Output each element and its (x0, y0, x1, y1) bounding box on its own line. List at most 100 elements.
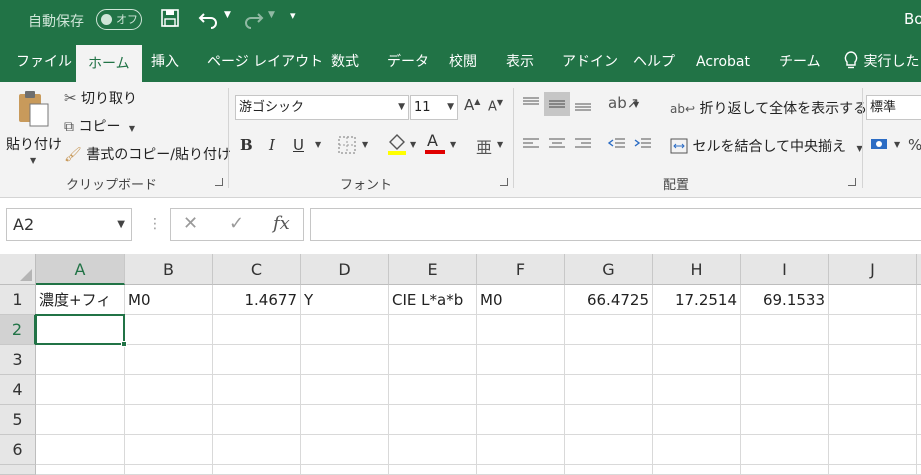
cell-f2[interactable] (477, 315, 565, 345)
cell-j5[interactable] (829, 405, 917, 435)
column-header-i[interactable]: I (741, 254, 829, 285)
cell-i5[interactable] (741, 405, 829, 435)
cell-j6[interactable] (829, 435, 917, 465)
tab-home[interactable]: ホーム (76, 44, 142, 82)
column-header-e[interactable]: E (389, 254, 477, 285)
redo-dropdown-icon[interactable]: ▼ (268, 10, 275, 20)
row-header-6[interactable]: 6 (0, 435, 36, 465)
cell-i2[interactable] (741, 315, 829, 345)
cell-i1[interactable]: 69.1533 (741, 285, 829, 315)
fill-color-icon[interactable] (386, 132, 408, 160)
font-size-select[interactable]: 11 ▼ (410, 95, 458, 120)
cell-e1[interactable]: CIE L*a*b (389, 285, 477, 315)
merge-center-button[interactable]: セルを結合して中央揃え ▼ (670, 136, 863, 156)
row-header-4[interactable]: 4 (0, 375, 36, 405)
cell-d2[interactable] (301, 315, 389, 345)
cell-j1[interactable] (829, 285, 917, 315)
column-header-d[interactable]: D (301, 254, 389, 285)
row-header-3[interactable]: 3 (0, 345, 36, 375)
cell-c1[interactable]: 1.4677 (213, 285, 301, 315)
row-header-7[interactable] (0, 465, 36, 475)
enter-icon[interactable]: ✓ (229, 213, 244, 234)
column-header-f[interactable]: F (477, 254, 565, 285)
font-launcher-icon[interactable] (500, 178, 508, 186)
cell-c7[interactable] (213, 465, 301, 475)
name-box[interactable]: A2 ▼ (6, 208, 132, 241)
tab-file[interactable]: ファイル (16, 42, 72, 82)
cell-j4[interactable] (829, 375, 917, 405)
cell-j3[interactable] (829, 345, 917, 375)
cell-c3[interactable] (213, 345, 301, 375)
cell-a4[interactable] (36, 375, 125, 405)
cell-f4[interactable] (477, 375, 565, 405)
percent-button[interactable]: % (908, 136, 921, 154)
tab-acrobat[interactable]: Acrobat (696, 42, 750, 82)
select-all-button[interactable] (0, 254, 36, 285)
cell-h7[interactable] (653, 465, 741, 475)
cell-b7[interactable] (125, 465, 213, 475)
column-header-a[interactable]: A (36, 254, 125, 285)
increase-indent-icon[interactable] (633, 136, 653, 156)
cell-f7[interactable] (477, 465, 565, 475)
undo-dropdown-icon[interactable]: ▼ (224, 10, 231, 20)
cell-c5[interactable] (213, 405, 301, 435)
cell-f3[interactable] (477, 345, 565, 375)
decrease-indent-icon[interactable] (607, 136, 627, 156)
cell-a1[interactable]: 濃度+フィ (36, 285, 125, 315)
cell-h2[interactable] (653, 315, 741, 345)
cell-d7[interactable] (301, 465, 389, 475)
align-middle-button[interactable] (544, 92, 570, 116)
cell-i3[interactable] (741, 345, 829, 375)
cell-f5[interactable] (477, 405, 565, 435)
font-color-icon[interactable]: A (424, 130, 446, 160)
column-header-c[interactable]: C (213, 254, 301, 285)
cell-h4[interactable] (653, 375, 741, 405)
cell-i7[interactable] (741, 465, 829, 475)
cell-h1[interactable]: 17.2514 (653, 285, 741, 315)
align-left-icon[interactable] (521, 136, 541, 156)
align-right-icon[interactable] (573, 136, 593, 156)
wrap-text-button[interactable]: ab↩ 折り返して全体を表示する (670, 98, 867, 118)
italic-button[interactable]: I (269, 136, 275, 154)
redo-icon[interactable] (242, 9, 264, 33)
cell-c4[interactable] (213, 375, 301, 405)
cell-k2[interactable] (917, 315, 921, 345)
cell-i6[interactable] (741, 435, 829, 465)
tab-review[interactable]: 校閲 (449, 42, 477, 82)
save-icon[interactable] (160, 8, 180, 32)
align-center-icon[interactable] (547, 136, 567, 156)
underline-button[interactable]: U (293, 136, 304, 154)
phonetic-icon[interactable]: 亜 (476, 134, 492, 158)
currency-format-icon[interactable] (870, 136, 892, 158)
cell-b1[interactable]: M0 (125, 285, 213, 315)
tab-formulas[interactable]: 数式 (331, 42, 359, 82)
cell-d3[interactable] (301, 345, 389, 375)
column-header-j[interactable]: J (829, 254, 917, 285)
row-header-5[interactable]: 5 (0, 405, 36, 435)
underline-dropdown-icon[interactable]: ▼ (315, 140, 321, 149)
increase-font-size-icon[interactable]: A▲ (464, 96, 480, 114)
tab-insert[interactable]: 挿入 (151, 42, 179, 82)
cell-h6[interactable] (653, 435, 741, 465)
cell-k5[interactable] (917, 405, 921, 435)
cell-e2[interactable] (389, 315, 477, 345)
font-color-dropdown-icon[interactable]: ▼ (450, 140, 456, 149)
cell-d5[interactable] (301, 405, 389, 435)
cell-b6[interactable] (125, 435, 213, 465)
currency-dropdown-icon[interactable]: ▼ (894, 140, 900, 149)
tab-help[interactable]: ヘルプ (633, 42, 675, 82)
cell-a6[interactable] (36, 435, 125, 465)
cell-b3[interactable] (125, 345, 213, 375)
cell-d4[interactable] (301, 375, 389, 405)
cell-j7[interactable] (829, 465, 917, 475)
cell-h5[interactable] (653, 405, 741, 435)
align-bottom-icon[interactable] (573, 96, 593, 116)
column-header-k[interactable] (917, 254, 921, 285)
cell-g1[interactable]: 66.4725 (565, 285, 653, 315)
column-header-g[interactable]: G (565, 254, 653, 285)
font-name-select[interactable]: 游ゴシック ▼ (235, 95, 409, 120)
column-header-h[interactable]: H (653, 254, 741, 285)
cell-a5[interactable] (36, 405, 125, 435)
paste-dropdown-icon[interactable]: ▼ (30, 156, 36, 165)
cell-e7[interactable] (389, 465, 477, 475)
